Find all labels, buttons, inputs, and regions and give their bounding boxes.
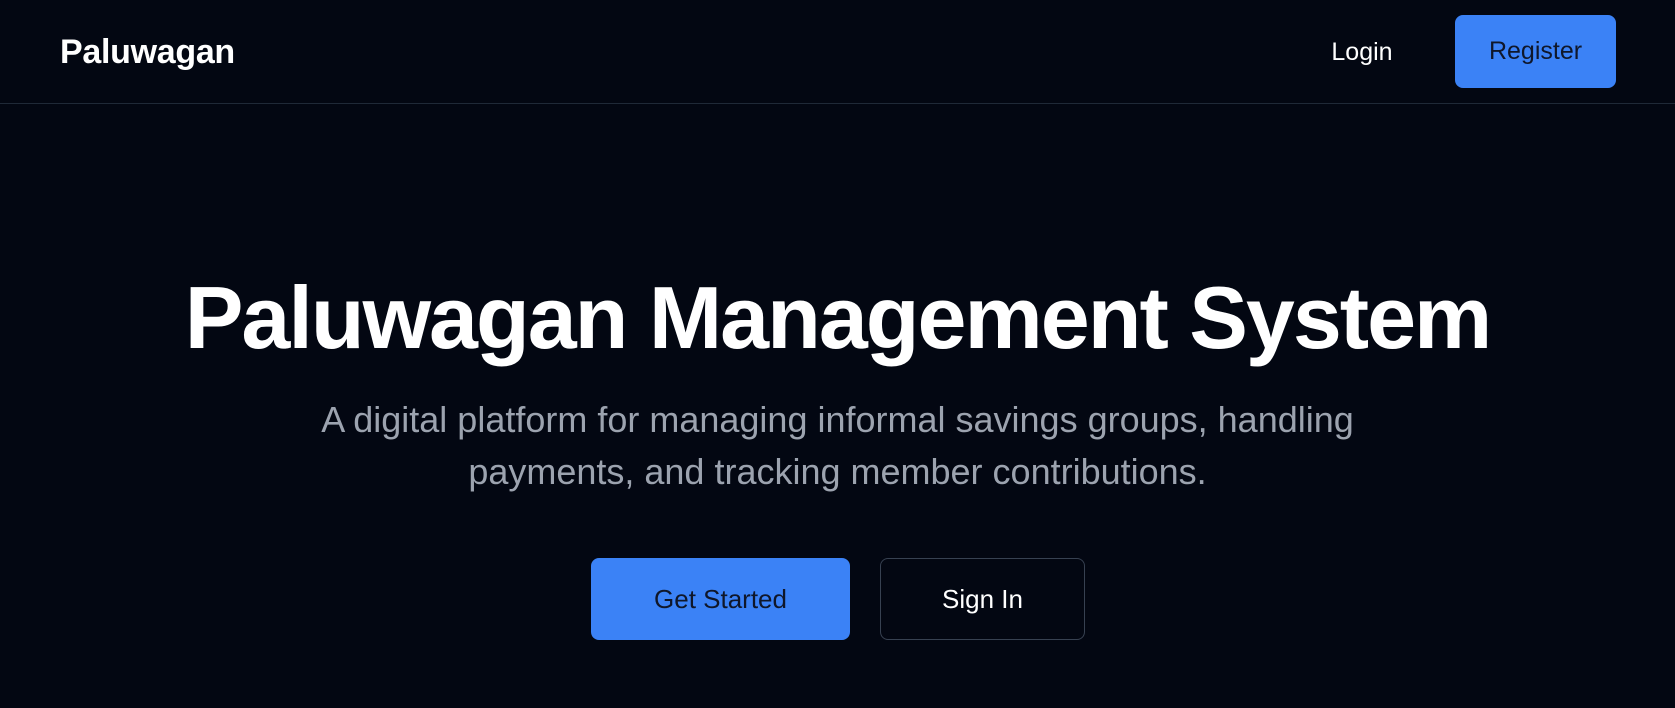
brand-logo-text[interactable]: Paluwagan (60, 30, 235, 74)
hero-subtitle: A digital platform for managing informal… (321, 399, 1354, 492)
register-button[interactable]: Register (1455, 15, 1616, 88)
top-navbar: Paluwagan Login Register (0, 0, 1675, 104)
hero-section: Paluwagan Management System A digital pl… (0, 104, 1675, 708)
hero-title: Paluwagan Management System (184, 268, 1493, 367)
get-started-button[interactable]: Get Started (591, 558, 850, 640)
login-link[interactable]: Login (1312, 30, 1412, 74)
sign-in-button[interactable]: Sign In (880, 558, 1085, 640)
landing-page: Paluwagan Login Register Paluwagan Manag… (0, 0, 1675, 708)
